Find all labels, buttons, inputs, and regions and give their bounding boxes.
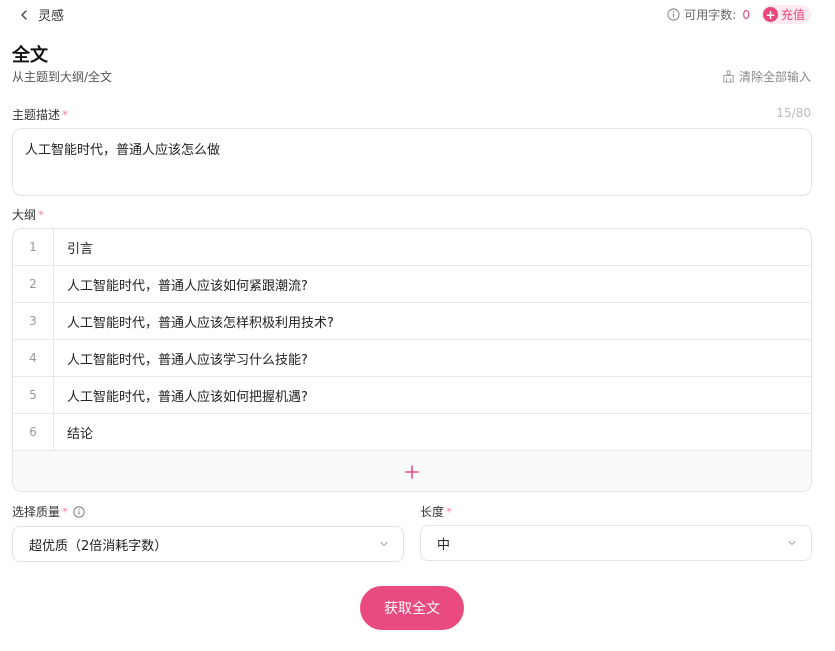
clear-all-button[interactable]: 清除全部输入: [722, 68, 811, 85]
info-icon[interactable]: [68, 505, 85, 518]
length-label-text: 长度: [420, 505, 445, 519]
length-selected-value: 中: [437, 537, 451, 553]
back-button[interactable]: 灵感: [18, 5, 64, 24]
outline-row-text[interactable]: 人工智能时代，普通人应该如何把握机遇?: [54, 377, 308, 413]
outline-list: 1 引言 2 人工智能时代，普通人应该如何紧跟潮流? 3 人工智能时代，普通人应…: [12, 228, 812, 492]
plus-circle-icon: +: [762, 7, 778, 22]
outline-label: 大纲 *: [12, 206, 44, 223]
plus-icon: [405, 464, 419, 479]
required-mark: *: [38, 207, 45, 222]
topic-input[interactable]: 人工智能时代，普通人应该怎么做: [12, 128, 812, 196]
length-select[interactable]: 中: [420, 525, 812, 561]
topic-label-text: 主题描述: [12, 108, 61, 122]
clear-all-label: 清除全部输入: [738, 70, 811, 84]
outline-row-number: 3: [13, 303, 54, 339]
top-bar: 灵感 可用字数: 0 + 充值: [0, 0, 835, 30]
required-mark: *: [446, 504, 453, 519]
add-outline-item-button[interactable]: [13, 451, 811, 491]
outline-row[interactable]: 1 引言: [13, 229, 811, 266]
credits-label: 可用字数:: [684, 8, 737, 22]
quality-label: 选择质量 *: [12, 503, 85, 520]
outline-row-number: 5: [13, 377, 54, 413]
outline-row-text[interactable]: 人工智能时代，普通人应该怎样积极利用技术?: [54, 303, 334, 339]
outline-label-text: 大纲: [12, 208, 37, 222]
length-label: 长度 *: [420, 503, 452, 520]
chevron-left-icon: [21, 9, 27, 20]
outline-row-number: 2: [13, 266, 54, 302]
chevron-down-icon: [380, 541, 388, 547]
broom-icon: [723, 70, 734, 83]
outline-row-number: 4: [13, 340, 54, 376]
page-subtitle: 从主题到大纲/全文: [12, 70, 113, 84]
recharge-button[interactable]: + 充值: [761, 5, 811, 24]
chevron-down-icon: [788, 540, 796, 546]
outline-row-text[interactable]: 结论: [54, 414, 93, 450]
quality-selected-value: 超优质（2倍消耗字数）: [29, 538, 168, 554]
outline-row[interactable]: 3 人工智能时代，普通人应该怎样积极利用技术?: [13, 303, 811, 340]
outline-row[interactable]: 6 结论: [13, 414, 811, 451]
outline-row[interactable]: 2 人工智能时代，普通人应该如何紧跟潮流?: [13, 266, 811, 303]
credits-value: 0: [742, 7, 750, 22]
recharge-label: 充值: [780, 8, 805, 22]
required-mark: *: [62, 107, 69, 122]
topic-label: 主题描述 *: [12, 106, 68, 123]
quality-select[interactable]: 超优质（2倍消耗字数）: [12, 526, 404, 562]
page-title: 全文: [12, 45, 48, 66]
outline-row[interactable]: 4 人工智能时代，普通人应该学习什么技能?: [13, 340, 811, 377]
outline-row-text[interactable]: 引言: [54, 229, 93, 265]
outline-row[interactable]: 5 人工智能时代，普通人应该如何把握机遇?: [13, 377, 811, 414]
outline-row-text[interactable]: 人工智能时代，普通人应该如何紧跟潮流?: [54, 266, 308, 302]
topic-char-counter: 15/80: [776, 106, 811, 120]
get-full-text-button[interactable]: 获取全文: [360, 586, 464, 630]
outline-row-number: 6: [13, 414, 54, 450]
info-icon[interactable]: [667, 8, 680, 21]
outline-row-number: 1: [13, 229, 54, 265]
quality-label-text: 选择质量: [12, 505, 61, 519]
back-label: 灵感: [38, 9, 65, 24]
outline-row-text[interactable]: 人工智能时代，普通人应该学习什么技能?: [54, 340, 308, 376]
credits-area: 可用字数: 0 + 充值: [667, 5, 811, 24]
